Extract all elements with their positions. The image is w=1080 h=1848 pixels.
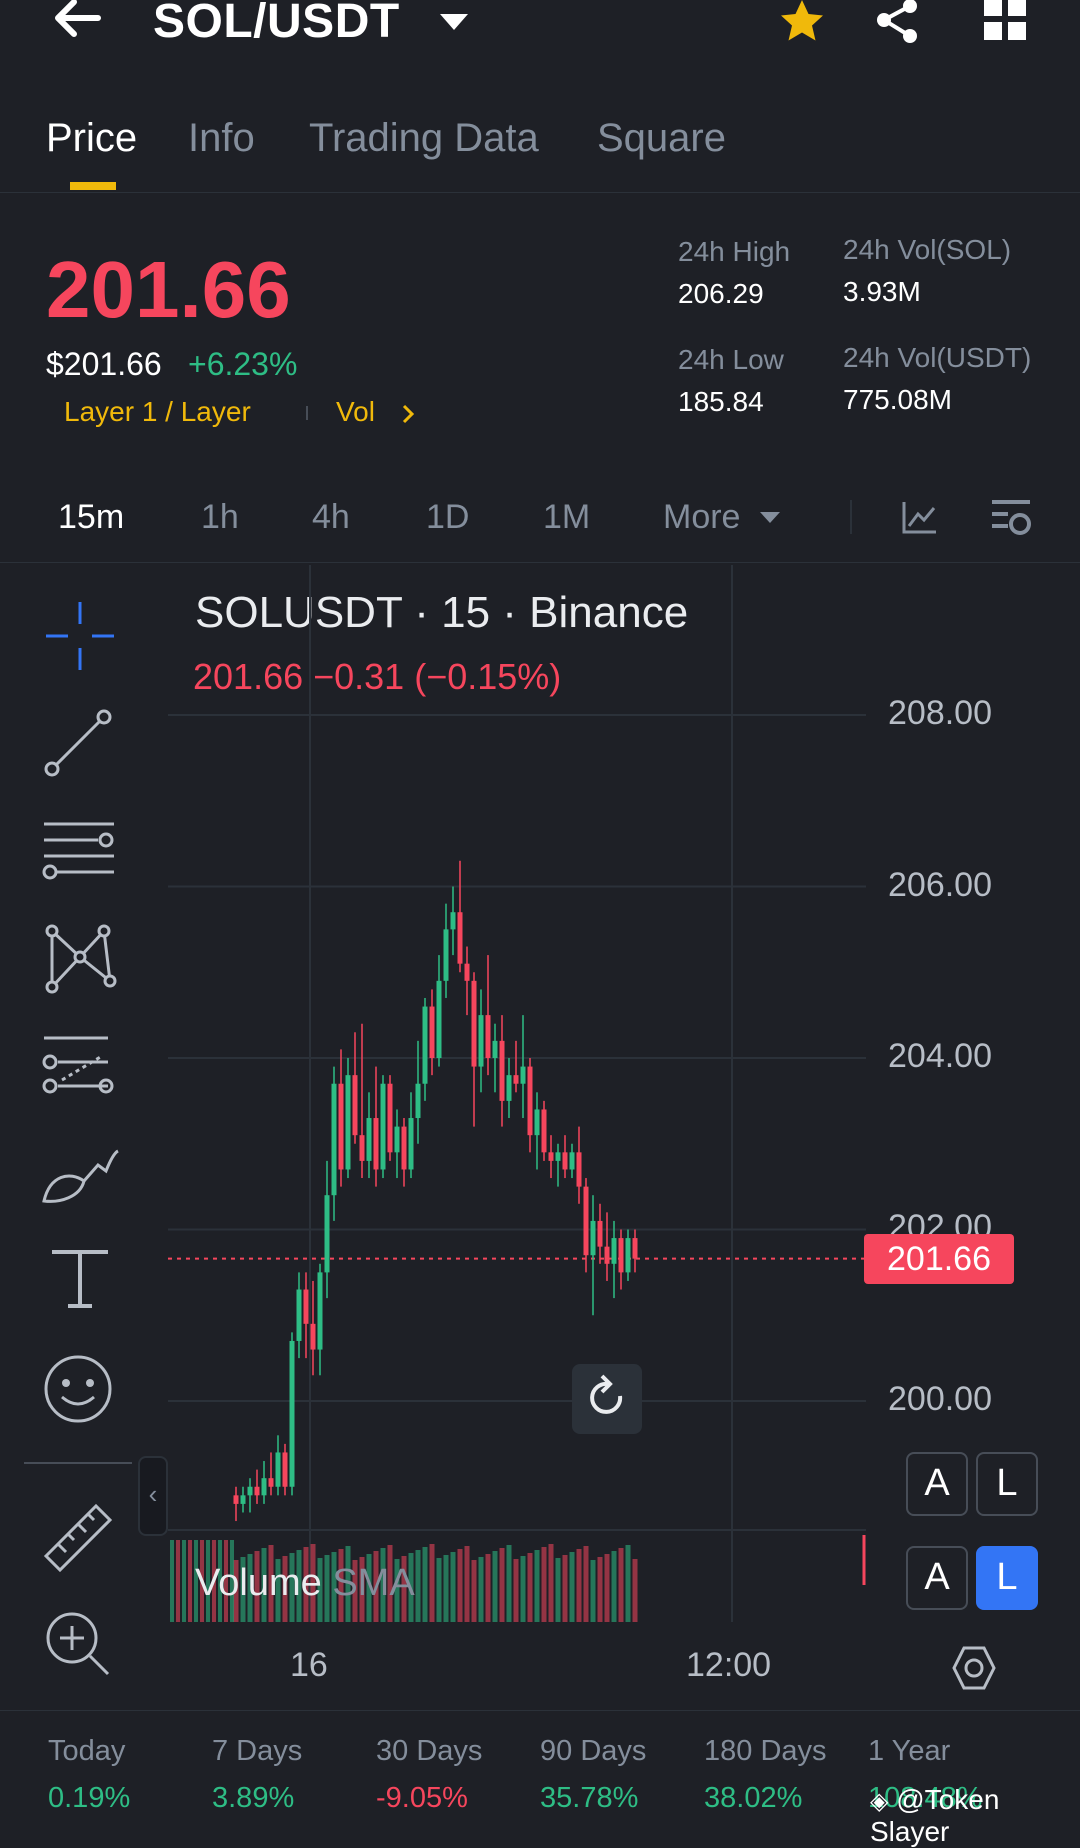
volume-auto-button[interactable]: A [906,1546,968,1610]
share-icon[interactable] [872,0,924,48]
log-scale-button[interactable]: L [976,1452,1038,1516]
binance-logo-icon: ◈ [870,1788,889,1815]
indicator-icon[interactable] [900,498,940,538]
usd-price: $201.66 [46,346,162,382]
perf-value: 0.19% [48,1782,131,1814]
horizontal-lines-icon[interactable] [40,810,120,890]
pattern-tool-icon[interactable] [40,917,120,997]
more-dropdown-icon[interactable] [758,508,782,528]
trend-line-icon[interactable] [40,703,120,783]
collapse-toolbar-button[interactable]: ‹ [138,1456,168,1536]
category-tag-vol[interactable]: Vol [336,396,375,428]
perf-value: 38.02% [704,1782,803,1814]
favorite-star-icon[interactable] [776,0,828,48]
vol-usdt-label: 24h Vol(USDT) [843,342,1032,373]
volume-indicator-label: Volume SMA [195,1562,415,1605]
crosshair-icon[interactable] [40,596,120,676]
grid-menu-icon[interactable] [980,0,1030,46]
timeframe-more[interactable]: More [663,498,740,537]
y-tick-206: 206.00 [888,866,992,904]
watermark-text: @Token Slayer [870,1784,1000,1847]
brush-icon[interactable] [40,1131,120,1211]
timeframe-15m[interactable]: 15m [58,498,124,537]
chart-symbol-title: SOLUSDT · 15 · Binance [195,588,689,637]
chevron-right-icon[interactable] [398,402,418,426]
tab-info[interactable]: Info [188,116,255,161]
chart-settings-icon[interactable] [990,496,1034,540]
top-bar: SOL/USDT [0,0,1080,60]
last-price: 201.66 [46,245,291,334]
pair-title[interactable]: SOL/USDT [153,0,400,49]
active-tab-indicator [70,182,116,190]
perf-label: 90 Days [540,1735,647,1767]
volume-sma-text: SMA [332,1562,415,1604]
x-tick-16: 16 [290,1646,328,1684]
volume-label-text: Volume [195,1562,322,1604]
section-tabs: Price Info Trading Data Square [0,100,1080,193]
chart-ohlc-change: 201.66 −0.31 (−0.15%) [193,656,562,697]
back-arrow-icon[interactable] [48,0,108,54]
category-tag-layer[interactable]: Layer 1 / Layer [64,396,251,428]
fib-tool-icon[interactable] [40,1024,120,1104]
emoji-icon[interactable] [38,1349,118,1429]
perf-90-days[interactable]: 90 Days 35.78% [540,1735,700,1815]
zoom-in-icon[interactable] [38,1604,118,1684]
low-24h-label: 24h Low [678,344,784,375]
tag-divider [306,406,308,420]
high-24h-value: 206.29 [678,278,764,309]
perf-7-days[interactable]: 7 Days 3.89% [212,1735,372,1815]
perf-value: 3.89% [212,1782,295,1814]
vol-sol-label: 24h Vol(SOL) [843,234,1012,265]
last-price-tag: 201.66 [864,1234,1014,1284]
chart-panel [0,562,1080,1713]
tab-trading-data[interactable]: Trading Data [309,116,539,161]
perf-180-days[interactable]: 180 Days 38.02% [704,1735,864,1815]
y-tick-204: 204.00 [888,1037,992,1075]
y-tick-208: 208.00 [888,694,992,732]
timeframe-1m[interactable]: 1M [543,498,590,537]
low-24h-value: 185.84 [678,386,764,417]
auto-scale-button[interactable]: A [906,1452,968,1516]
tab-square[interactable]: Square [597,116,726,161]
price-change-percent: +6.23% [188,346,298,382]
toolbar-separator [24,1462,132,1464]
perf-label: 1 Year [868,1735,951,1767]
tab-price[interactable]: Price [46,116,137,161]
reset-chart-button[interactable] [572,1364,642,1434]
timeframe-1h[interactable]: 1h [201,498,239,537]
refresh-icon [590,1374,623,1414]
chart-hexagon-settings-icon[interactable] [950,1644,998,1692]
watermark: ◈ @Token Slayer [870,1784,1080,1848]
volume-log-button[interactable]: L [976,1546,1038,1610]
x-tick-1200: 12:00 [686,1646,772,1684]
vol-sol-value: 3.93M [843,276,921,307]
timeframe-1d[interactable]: 1D [426,498,469,537]
perf-value: -9.05% [376,1782,468,1814]
vol-usdt-value: 775.08M [843,384,952,415]
perf-label: 7 Days [212,1735,303,1767]
perf-label: 180 Days [704,1735,827,1767]
perf-today[interactable]: Today 0.19% [48,1735,208,1815]
perf-label: 30 Days [376,1735,483,1767]
perf-30-days[interactable]: 30 Days -9.05% [376,1735,536,1815]
y-tick-200: 200.00 [888,1380,992,1418]
timeframe-4h[interactable]: 4h [312,498,350,537]
high-24h-label: 24h High [678,236,791,267]
perf-label: Today [48,1735,126,1767]
ruler-icon[interactable] [38,1496,118,1576]
pair-dropdown-icon[interactable] [436,8,472,38]
toolbar-divider [850,500,852,534]
perf-value: 35.78% [540,1782,639,1814]
text-tool-icon[interactable] [40,1238,120,1318]
